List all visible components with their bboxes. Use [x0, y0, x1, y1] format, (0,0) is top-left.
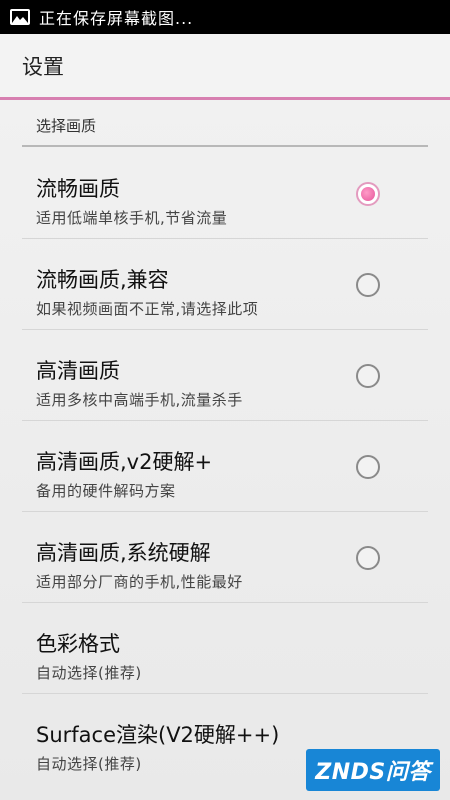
setting-summary: 自动选择(推荐) [36, 755, 142, 773]
option-title: 高清画质,系统硬解 [36, 541, 211, 565]
status-bar: 正在保存屏幕截图... [0, 0, 450, 34]
setting-title: Surface渲染(V2硬解++) [36, 723, 280, 747]
option-title: 高清画质 [36, 359, 120, 383]
action-bar: 设置 [0, 34, 450, 100]
section-header: 选择画质 [22, 100, 428, 147]
setting-title: 色彩格式 [36, 632, 120, 656]
watermark-logo: ZNDS问答 [306, 749, 440, 791]
page-title: 设置 [22, 54, 64, 79]
option-summary: 适用多核中高端手机,流量杀手 [36, 391, 243, 409]
radio-button[interactable] [356, 364, 380, 388]
option-title: 高清画质,v2硬解+ [36, 450, 213, 474]
option-summary: 适用部分厂商的手机,性能最好 [36, 573, 243, 591]
option-summary: 适用低端单核手机,节省流量 [36, 209, 228, 227]
radio-button[interactable] [356, 455, 380, 479]
setting-summary: 自动选择(推荐) [36, 664, 142, 682]
watermark-text: ZNDS问答 [315, 760, 431, 785]
quality-option-hd-system[interactable]: 高清画质,系统硬解 适用部分厂商的手机,性能最好 [22, 513, 428, 603]
color-format-setting[interactable]: 色彩格式 自动选择(推荐) [22, 604, 428, 694]
quality-option-smooth-compatible[interactable]: 流畅画质,兼容 如果视频画面不正常,请选择此项 [22, 240, 428, 330]
image-icon [10, 9, 30, 25]
option-title: 流畅画质 [36, 177, 120, 201]
section-title: 选择画质 [36, 117, 97, 135]
radio-button-checked[interactable] [356, 182, 380, 206]
status-text: 正在保存屏幕截图... [39, 9, 194, 28]
quality-option-hd[interactable]: 高清画质 适用多核中高端手机,流量杀手 [22, 331, 428, 421]
quality-option-hd-v2[interactable]: 高清画质,v2硬解+ 备用的硬件解码方案 [22, 422, 428, 512]
radio-button[interactable] [356, 273, 380, 297]
radio-button[interactable] [356, 546, 380, 570]
option-title: 流畅画质,兼容 [36, 268, 169, 292]
quality-option-smooth[interactable]: 流畅画质 适用低端单核手机,节省流量 [22, 149, 428, 239]
option-summary: 如果视频画面不正常,请选择此项 [36, 300, 259, 318]
settings-list: 选择画质 流畅画质 适用低端单核手机,节省流量 流畅画质,兼容 如果视频画面不正… [0, 100, 450, 800]
option-summary: 备用的硬件解码方案 [36, 482, 176, 500]
